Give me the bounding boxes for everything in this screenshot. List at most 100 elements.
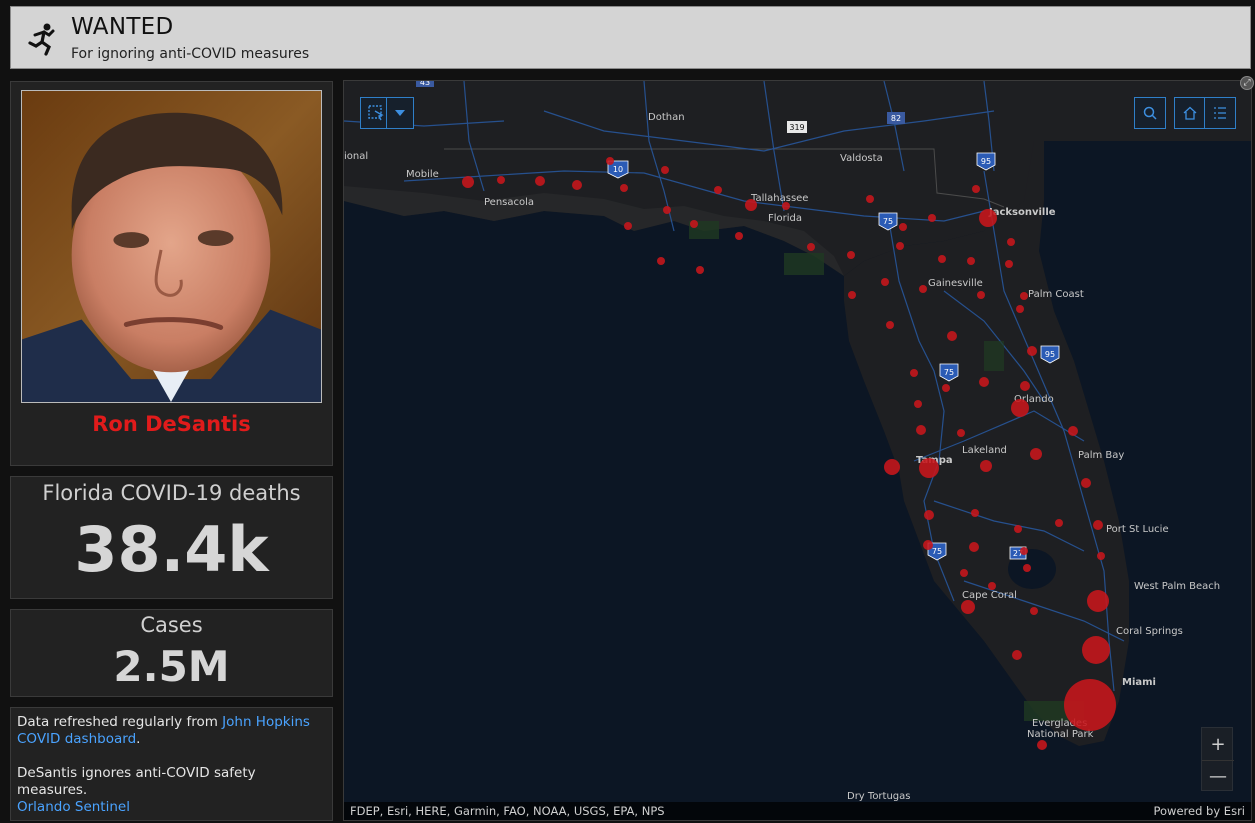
legend-button[interactable] <box>1204 97 1236 129</box>
bubble <box>947 331 957 341</box>
info-line-2: DeSantis ignores anti-COVID safety measu… <box>17 765 256 798</box>
header-banner: WANTED For ignoring anti-COVID measures <box>10 6 1251 69</box>
bubble <box>782 202 790 210</box>
select-icon <box>368 105 384 121</box>
bubble <box>957 429 965 437</box>
page-title: WANTED <box>71 14 174 40</box>
shield-43: 43 <box>416 81 434 87</box>
map-canvas[interactable]: Dothan Valdosta Mobile ional Pensacola T… <box>344 81 1252 821</box>
select-dropdown-button[interactable] <box>386 97 414 129</box>
bubble <box>462 176 474 188</box>
label-pensacola: Pensacola <box>484 197 534 208</box>
svg-text:82: 82 <box>891 114 901 123</box>
label-regional: ional <box>344 151 368 162</box>
bubble <box>657 257 665 265</box>
bubble <box>1055 519 1063 527</box>
portrait-photo <box>21 90 322 403</box>
bubble <box>979 209 997 227</box>
search-button[interactable] <box>1134 97 1166 129</box>
deaths-label: Florida COVID-19 deaths <box>42 481 301 505</box>
label-mobile: Mobile <box>406 169 439 180</box>
bubble <box>535 176 545 186</box>
label-west-palm-beach: West Palm Beach <box>1134 581 1220 592</box>
bubble <box>1020 381 1030 391</box>
bubble <box>661 166 669 174</box>
label-gainesville: Gainesville <box>928 278 983 289</box>
bubble <box>1012 650 1022 660</box>
bubble <box>807 243 815 251</box>
svg-text:10: 10 <box>613 165 623 174</box>
bubble <box>1005 260 1013 268</box>
bubble <box>916 425 926 435</box>
bubble <box>979 377 989 387</box>
shield-319: 319 <box>787 121 807 133</box>
bubble <box>924 510 934 520</box>
deaths-value: 38.4k <box>74 513 269 586</box>
chevron-down-icon <box>395 110 405 116</box>
bubble <box>620 184 628 192</box>
home-icon <box>1183 106 1197 120</box>
zoom-out-button[interactable]: — <box>1202 760 1234 792</box>
bubble <box>1037 740 1047 750</box>
bubble <box>971 509 979 517</box>
bubble <box>884 459 900 475</box>
map-view[interactable]: Dothan Valdosta Mobile ional Pensacola T… <box>343 80 1252 821</box>
bubble <box>919 458 939 478</box>
bubble <box>1097 552 1105 560</box>
svg-text:319: 319 <box>789 123 804 132</box>
page-subtitle: For ignoring anti-COVID measures <box>71 46 310 62</box>
bubble <box>1020 547 1028 555</box>
bubble <box>1007 238 1015 246</box>
bubble <box>1064 679 1116 731</box>
label-tallahassee: Tallahassee <box>750 193 808 204</box>
svg-text:95: 95 <box>1045 350 1055 359</box>
cases-label: Cases <box>140 613 203 637</box>
bubble <box>969 542 979 552</box>
label-coral-springs: Coral Springs <box>1116 626 1183 637</box>
bubble <box>972 185 980 193</box>
orlando-sentinel-link[interactable]: Orlando Sentinel <box>17 799 130 815</box>
svg-text:75: 75 <box>883 217 893 226</box>
bubble <box>928 214 936 222</box>
bubble <box>848 291 856 299</box>
home-button[interactable] <box>1174 97 1206 129</box>
map-attribution: FDEP, Esri, HERE, Garmin, FAO, NOAA, USG… <box>344 802 1251 820</box>
powered-by[interactable]: Powered by Esri <box>1154 802 1246 820</box>
info-panel: Data refreshed regularly from John Hopki… <box>10 707 333 821</box>
label-miami: Miami <box>1122 677 1156 688</box>
label-lakeland: Lakeland <box>962 445 1007 456</box>
bubble <box>624 222 632 230</box>
bubble <box>696 266 704 274</box>
bubble <box>881 278 889 286</box>
zoom-in-button[interactable]: + <box>1202 728 1234 760</box>
label-national-park: National Park <box>1027 729 1094 740</box>
bubble <box>1030 607 1038 615</box>
bubble <box>1081 478 1091 488</box>
label-dry-tortugas: Dry Tortugas <box>847 791 911 802</box>
bubble <box>847 251 855 259</box>
bubble <box>1014 525 1022 533</box>
bubble <box>497 176 505 184</box>
bubble <box>663 206 671 214</box>
fullscreen-icon[interactable]: ⤢ <box>1240 76 1254 90</box>
person-name: Ron DeSantis <box>92 412 251 436</box>
svg-text:75: 75 <box>944 368 954 377</box>
bubble <box>942 384 950 392</box>
bubble <box>1030 448 1042 460</box>
zoom-control: + — <box>1201 727 1234 792</box>
bubble <box>980 460 992 472</box>
bubble <box>919 285 927 293</box>
bubble <box>735 232 743 240</box>
label-palm-bay: Palm Bay <box>1078 450 1124 461</box>
svg-text:75: 75 <box>932 547 942 556</box>
bubble <box>1020 292 1028 300</box>
info-line-1: Data refreshed regularly from John Hopki… <box>17 714 310 747</box>
bubble <box>910 369 918 377</box>
attribution-text: FDEP, Esri, HERE, Garmin, FAO, NOAA, USG… <box>350 804 665 818</box>
label-cape-coral: Cape Coral <box>962 590 1017 601</box>
deaths-indicator: Florida COVID-19 deaths 38.4k <box>10 476 333 599</box>
bubble <box>896 242 904 250</box>
bubble <box>1027 346 1037 356</box>
bubble <box>923 540 933 550</box>
bubble <box>988 582 996 590</box>
